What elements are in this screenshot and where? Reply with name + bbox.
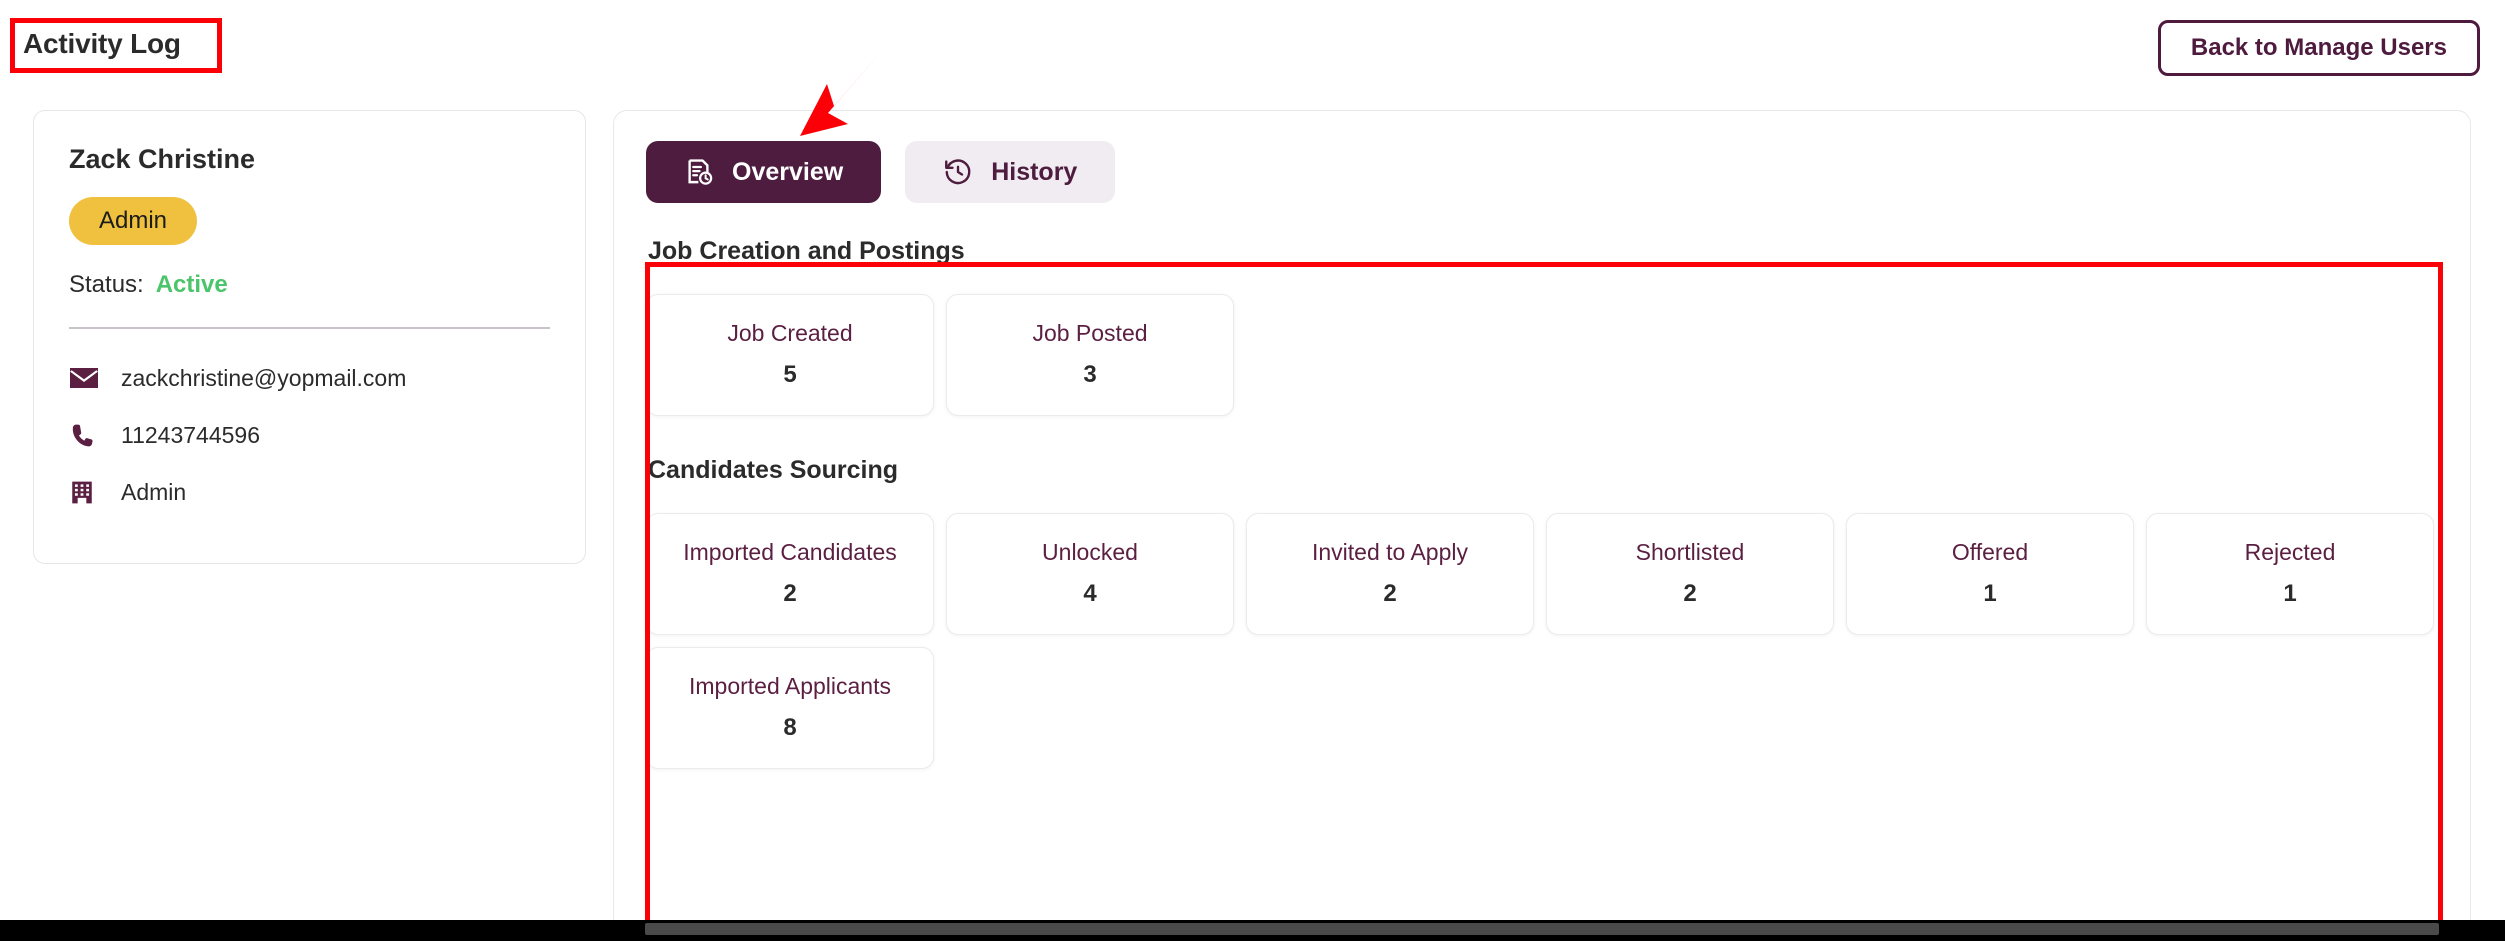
status-row: Status: Active bbox=[69, 271, 550, 299]
tab-overview[interactable]: Overview bbox=[646, 141, 882, 203]
stat-value: 8 bbox=[783, 713, 797, 741]
tab-history[interactable]: History bbox=[905, 141, 1116, 203]
document-clock-icon bbox=[684, 157, 714, 187]
stat-value: 2 bbox=[1683, 579, 1697, 607]
section-job-creation-and-postings: Job Creation and Postings Job Created 5 … bbox=[646, 237, 2438, 416]
stat-grid: Job Created 5 Job Posted 3 bbox=[646, 294, 2438, 416]
contact-row-email: zackchristine@yopmail.com bbox=[69, 363, 550, 393]
stat-value: 1 bbox=[2283, 579, 2297, 607]
stat-grid: Imported Candidates 2 Unlocked 4 Invited… bbox=[646, 513, 2438, 769]
phone-icon bbox=[69, 420, 103, 450]
stat-label: Job Created bbox=[727, 320, 853, 347]
stat-value: 2 bbox=[1383, 579, 1397, 607]
contact-row-organization: Admin bbox=[69, 477, 550, 507]
section-candidates-sourcing: Candidates Sourcing Imported Candidates … bbox=[646, 456, 2438, 769]
section-title: Candidates Sourcing bbox=[648, 456, 899, 484]
stat-card-job-created[interactable]: Job Created 5 bbox=[646, 294, 934, 416]
status-badge: Active bbox=[155, 271, 228, 298]
horizontal-scrollbar[interactable] bbox=[645, 923, 2439, 935]
contact-row-phone: 11243744596 bbox=[69, 420, 550, 450]
tab-overview-label: Overview bbox=[732, 157, 844, 186]
activity-log-page: Activity Log Back to Manage Users Zack C… bbox=[0, 0, 2505, 941]
tab-history-label: History bbox=[991, 157, 1078, 186]
stat-label: Job Posted bbox=[1032, 320, 1148, 347]
stat-label: Unlocked bbox=[1042, 539, 1138, 566]
divider bbox=[69, 327, 550, 329]
status-label: Status: bbox=[69, 271, 144, 298]
stat-label: Invited to Apply bbox=[1312, 539, 1468, 566]
contact-value-organization: Admin bbox=[121, 478, 187, 505]
stat-card-unlocked[interactable]: Unlocked 4 bbox=[946, 513, 1234, 635]
stat-card-imported-candidates[interactable]: Imported Candidates 2 bbox=[646, 513, 934, 635]
envelope-icon bbox=[69, 363, 103, 393]
stat-card-offered[interactable]: Offered 1 bbox=[1846, 513, 2134, 635]
back-to-manage-users-button[interactable]: Back to Manage Users bbox=[2157, 20, 2480, 76]
stat-card-rejected[interactable]: Rejected 1 bbox=[2146, 513, 2434, 635]
stat-card-job-posted[interactable]: Job Posted 3 bbox=[946, 294, 1234, 416]
building-icon bbox=[69, 477, 103, 507]
contact-value-email: zackchristine@yopmail.com bbox=[121, 364, 407, 391]
stat-label: Shortlisted bbox=[1635, 539, 1745, 566]
stat-label: Imported Applicants bbox=[688, 673, 891, 700]
page-title: Activity Log bbox=[23, 28, 181, 59]
section-title: Job Creation and Postings bbox=[648, 237, 965, 265]
stat-value: 5 bbox=[783, 360, 797, 388]
stat-value: 3 bbox=[1083, 360, 1097, 388]
stat-label: Rejected bbox=[2244, 539, 2336, 566]
stat-card-imported-applicants[interactable]: Imported Applicants 8 bbox=[646, 647, 934, 769]
stat-label: Offered bbox=[1951, 539, 2029, 566]
profile-name: Zack Christine bbox=[69, 144, 256, 174]
stat-value: 1 bbox=[1983, 579, 1997, 607]
user-profile-card: Zack Christine Admin Status: Active zackc… bbox=[33, 110, 586, 564]
stat-value: 2 bbox=[783, 579, 797, 607]
stat-label: Imported Candidates bbox=[683, 539, 897, 566]
activity-overview-panel: Overview History Job Creation and Postin… bbox=[613, 110, 2471, 940]
clock-rewind-icon bbox=[943, 157, 973, 187]
stat-value: 4 bbox=[1083, 579, 1097, 607]
tab-bar: Overview History bbox=[614, 111, 2470, 203]
overview-content: Job Creation and Postings Job Created 5 … bbox=[614, 237, 2470, 769]
role-badge: Admin bbox=[69, 197, 198, 245]
contact-value-phone: 11243744596 bbox=[121, 421, 260, 448]
stat-card-shortlisted[interactable]: Shortlisted 2 bbox=[1546, 513, 1834, 635]
stat-card-invited-to-apply[interactable]: Invited to Apply 2 bbox=[1246, 513, 1534, 635]
